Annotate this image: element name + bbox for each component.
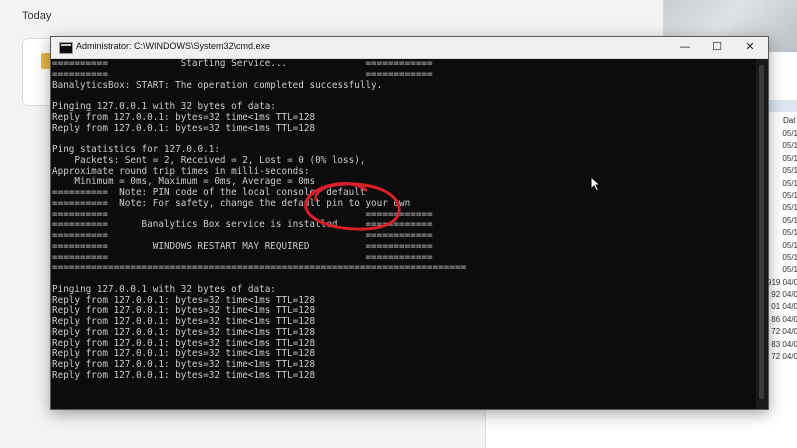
date-column-cells: 05/1 05/1 05/1 05/1 05/1 05/1 05/1 05/1 05/1 05/1… (767, 128, 797, 363)
cmd-window[interactable]: Administrator: C:\WINDOWS\System32\cmd.e… (50, 36, 769, 410)
cmd-icon (59, 42, 73, 54)
date-cell: 01 04/0 (771, 302, 797, 312)
date-cell: 05/1 (782, 240, 797, 250)
close-button[interactable]: ✕ (732, 37, 768, 58)
date-cell: 05/1 (782, 252, 797, 262)
window-title: Administrator: C:\WINDOWS\System32\cmd.e… (76, 41, 271, 51)
maximize-button[interactable]: ☐ (699, 37, 735, 58)
date-cell: 05/1 (782, 265, 797, 275)
title-bar[interactable]: Administrator: C:\WINDOWS\System32\cmd.e… (51, 37, 768, 59)
section-label-today: Today (22, 10, 52, 22)
minimize-button[interactable]: — (667, 37, 703, 58)
date-cell: 05/1 (782, 203, 797, 213)
date-cell: 05/1 (782, 129, 797, 138)
date-cell: 05/1 (782, 153, 797, 163)
date-cell: 72 04/0 (771, 327, 797, 337)
console-text: ========== Starting Service... =========… (52, 59, 467, 381)
console-scrollbar[interactable] (756, 59, 768, 409)
date-cell: 05/1 (782, 215, 797, 225)
date-cell: 05/1 (782, 190, 797, 200)
date-cell: 05/1 (782, 228, 797, 238)
date-cell: 05/1 (782, 178, 797, 188)
date-cell: 92 04/0 (771, 290, 797, 300)
console-scrollbar-thumb[interactable] (759, 65, 764, 399)
date-cell: 919 04/0 (767, 277, 797, 287)
date-cell: 05/1 (782, 166, 797, 176)
date-cell: 05/1 (782, 141, 797, 151)
background-panel-bottom (485, 408, 664, 448)
date-cell: 83 04/0 (771, 339, 797, 349)
date-cell: 72 04/0 (771, 352, 797, 362)
mouse-pointer-icon (590, 176, 602, 192)
date-cell: 86 04/0 (771, 314, 797, 324)
console-output[interactable]: ========== Starting Service... =========… (51, 59, 756, 409)
date-column-header[interactable]: Dat (783, 116, 795, 125)
